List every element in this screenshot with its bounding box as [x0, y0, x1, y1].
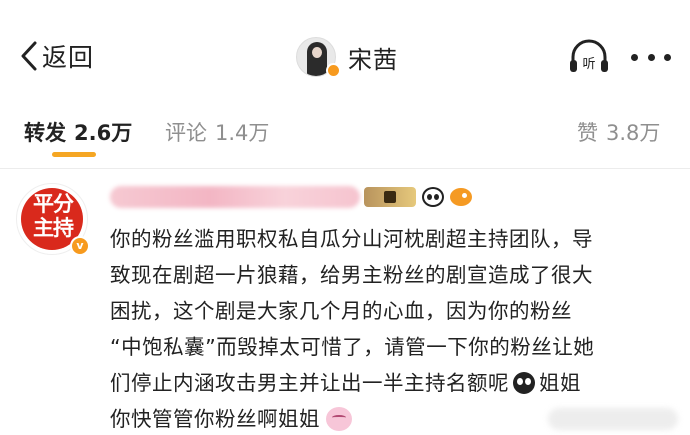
fish-icon [450, 188, 472, 206]
watermark [548, 408, 678, 430]
dot-icon [631, 53, 638, 61]
divider [0, 168, 690, 169]
back-button[interactable]: 返回 [18, 38, 94, 74]
tab-like-count: 3.8万 [606, 121, 661, 145]
panda-icon [422, 187, 444, 207]
comment-line-tail: 姐姐 [539, 371, 581, 395]
crying-emoji-icon [513, 372, 535, 394]
comment-line: “中饱私囊”而毁掉太可惜了，请管一下你的粉丝让她 [110, 335, 595, 359]
more-button[interactable] [631, 42, 671, 72]
headphones-icon[interactable]: 听 [567, 38, 611, 76]
tab-forward-count: 2.6万 [74, 121, 133, 145]
verified-badge-icon: v [70, 236, 90, 256]
dot-icon [647, 53, 655, 61]
comment-line: 们停止内涵攻击男主并让出一半主持名额呢 姐姐 [110, 365, 670, 401]
comment-line-text: 们停止内涵攻击男主并让出一半主持名额呢 [110, 371, 509, 395]
tab-like[interactable]: 赞 3.8万 [577, 117, 660, 147]
back-label: 返回 [42, 43, 95, 72]
verified-badge-icon [326, 63, 341, 78]
dot-icon [664, 53, 671, 61]
fan-level-badge [364, 187, 416, 207]
comment-line: 致现在剧超一片狼藉，给男主粉丝的剧宣造成了很大 [110, 263, 593, 287]
page-title: 宋茜 [348, 45, 398, 74]
tab-comment-count: 1.4万 [215, 121, 270, 145]
chevron-left-icon [21, 41, 37, 71]
active-tab-indicator [52, 152, 96, 157]
interaction-tabs: 转发 2.6万 评论 1.4万 赞 3.8万 [0, 112, 690, 166]
top-nav-bar: 返回 宋茜 听 [0, 0, 690, 112]
tab-comment-label: 评论 [165, 121, 207, 145]
comment-text: 你的粉丝滥用职权私自瓜分山河枕剧超主持团队，导 致现在剧超一片狼藉，给男主粉丝的… [110, 221, 670, 435]
tab-forward-label: 转发 [24, 121, 66, 145]
tab-like-label: 赞 [577, 121, 598, 145]
tab-comment[interactable]: 评论 1.4万 [165, 117, 269, 147]
profile-title[interactable]: 宋茜 [296, 37, 398, 77]
comment-line-text: 你快管管你粉丝啊姐姐 [110, 407, 320, 431]
tab-forward[interactable]: 转发 2.6万 [24, 117, 132, 147]
commenter-name[interactable] [110, 182, 472, 212]
blurred-username [110, 186, 360, 208]
avatar-text: 平分主持 [33, 192, 74, 240]
comment-line: 困扰，这个剧是大家几个月的心血，因为你的粉丝 [110, 299, 572, 323]
comment-line: 你的粉丝滥用职权私自瓜分山河枕剧超主持团队，导 [110, 227, 593, 251]
svg-text:听: 听 [582, 57, 595, 72]
bunny-emoji-icon [326, 407, 352, 431]
